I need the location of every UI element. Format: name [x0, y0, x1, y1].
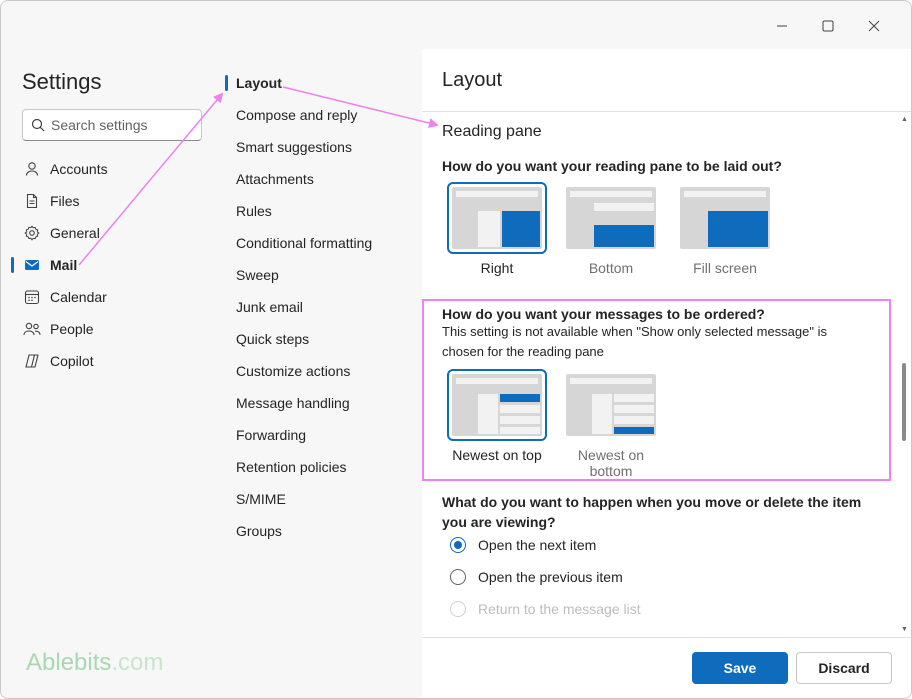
settings-window: Settings Accounts Files [0, 0, 912, 699]
section-smart-suggestions[interactable]: Smart suggestions [222, 131, 422, 163]
section-rules[interactable]: Rules [222, 195, 422, 227]
reading-pane-option-right[interactable]: Right [447, 182, 547, 276]
nav-item-label: Files [50, 193, 80, 209]
reading-pane-bottom-thumbnail [561, 182, 661, 254]
option-label: Right [480, 260, 514, 276]
settings-title: Settings [22, 69, 102, 94]
reading-pane-option-fill-screen[interactable]: Fill screen [675, 182, 775, 276]
radio-button[interactable] [450, 569, 466, 585]
radio-button-disabled [450, 601, 466, 617]
window-controls [759, 11, 897, 41]
minimize-icon [777, 25, 787, 27]
section-layout[interactable]: Layout [222, 67, 422, 99]
scroll-up-arrow-icon[interactable]: ▲ [901, 116, 908, 123]
nav-item-label: People [50, 321, 94, 337]
option-label: Bottom [588, 260, 634, 276]
mail-icon [23, 256, 41, 274]
vertical-scrollbar[interactable]: ▲ ▼ [901, 116, 908, 636]
radio-label: Return to the message list [478, 601, 641, 617]
option-label: Newest on bottom [577, 447, 645, 479]
mail-sections-list: Layout Compose and reply Smart suggestio… [222, 67, 422, 547]
gear-icon [23, 224, 41, 242]
nav-item-label: Accounts [50, 161, 108, 177]
section-smime[interactable]: S/MIME [222, 483, 422, 515]
brand-suffix: .com [111, 649, 164, 676]
newest-on-bottom-thumbnail [561, 369, 661, 441]
ordering-option-newest-on-top[interactable]: Newest on top [447, 369, 547, 463]
reading-pane-fill-screen-thumbnail [675, 182, 775, 254]
nav-item-files[interactable]: Files [1, 185, 222, 217]
reading-pane-question: How do you want your reading pane to be … [442, 158, 782, 174]
maximize-button[interactable] [805, 11, 851, 41]
reading-pane-option-bottom[interactable]: Bottom [561, 182, 661, 276]
footer-divider [422, 637, 911, 638]
person-icon [23, 160, 41, 178]
layout-pane: Layout Reading pane How do you want your… [422, 49, 911, 698]
ordering-question: How do you want your messages to be orde… [442, 306, 765, 322]
minimize-button[interactable] [759, 11, 805, 41]
section-groups[interactable]: Groups [222, 515, 422, 547]
save-button[interactable]: Save [692, 652, 788, 684]
move-delete-question: What do you want to happen when you move… [442, 494, 862, 530]
ordering-option-newest-on-bottom[interactable]: Newest on bottom [561, 369, 681, 479]
nav-item-label: Copilot [50, 353, 94, 369]
nav-item-label: Calendar [50, 289, 107, 305]
scroll-down-arrow-icon[interactable]: ▼ [901, 626, 908, 633]
option-label: Newest on top [452, 447, 542, 463]
section-conditional-formatting[interactable]: Conditional formatting [222, 227, 422, 259]
option-label: Fill screen [693, 260, 757, 276]
search-input[interactable] [51, 117, 191, 133]
reading-pane-right-thumbnail [447, 182, 547, 254]
radio-label: Open the previous item [478, 569, 623, 585]
nav-item-mail[interactable]: Mail [1, 249, 222, 281]
search-box[interactable] [22, 109, 202, 141]
section-message-handling[interactable]: Message handling [222, 387, 422, 419]
section-forwarding[interactable]: Forwarding [222, 419, 422, 451]
section-compose-and-reply[interactable]: Compose and reply [222, 99, 422, 131]
calendar-icon [23, 288, 41, 306]
close-icon [868, 20, 880, 32]
nav-item-calendar[interactable]: Calendar [1, 281, 222, 313]
mail-sections-nav: Layout Compose and reply Smart suggestio… [222, 1, 422, 698]
file-icon [23, 192, 41, 210]
nav-item-label: General [50, 225, 100, 241]
radio-open-previous-item[interactable]: Open the previous item [450, 569, 623, 585]
section-customize-actions[interactable]: Customize actions [222, 355, 422, 387]
close-button[interactable] [851, 11, 897, 41]
reading-pane-heading: Reading pane [442, 123, 542, 140]
page-title: Layout [442, 69, 503, 91]
section-sweep[interactable]: Sweep [222, 259, 422, 291]
radio-open-next-item[interactable]: Open the next item [450, 537, 596, 553]
people-icon [23, 320, 41, 338]
discard-button[interactable]: Discard [796, 652, 892, 684]
brand-name: Ablebits [26, 649, 112, 676]
newest-on-top-thumbnail [447, 369, 547, 441]
nav-item-general[interactable]: General [1, 217, 222, 249]
settings-sidebar: Settings Accounts Files [1, 1, 222, 698]
section-quick-steps[interactable]: Quick steps [222, 323, 422, 355]
nav-item-accounts[interactable]: Accounts [1, 153, 222, 185]
scrollbar-thumb[interactable] [902, 363, 906, 441]
section-attachments[interactable]: Attachments [222, 163, 422, 195]
search-icon [31, 118, 45, 132]
copilot-icon [23, 352, 41, 370]
ordering-note: This setting is not available when "Show… [442, 324, 827, 359]
maximize-icon [822, 20, 834, 32]
settings-nav: Accounts Files General Mail Calendar Peo… [1, 153, 222, 377]
nav-item-people[interactable]: People [1, 313, 222, 345]
nav-item-label: Mail [50, 257, 78, 273]
radio-label: Open the next item [478, 537, 597, 553]
nav-item-copilot[interactable]: Copilot [1, 345, 222, 377]
radio-button-checked[interactable] [450, 537, 466, 553]
radio-return-to-message-list: Return to the message list [450, 601, 641, 617]
section-retention-policies[interactable]: Retention policies [222, 451, 422, 483]
settings-scroll-area[interactable]: Reading pane How do you want your readin… [422, 112, 911, 637]
section-junk-email[interactable]: Junk email [222, 291, 422, 323]
ablebits-logo: Ablebits.com [26, 649, 163, 677]
